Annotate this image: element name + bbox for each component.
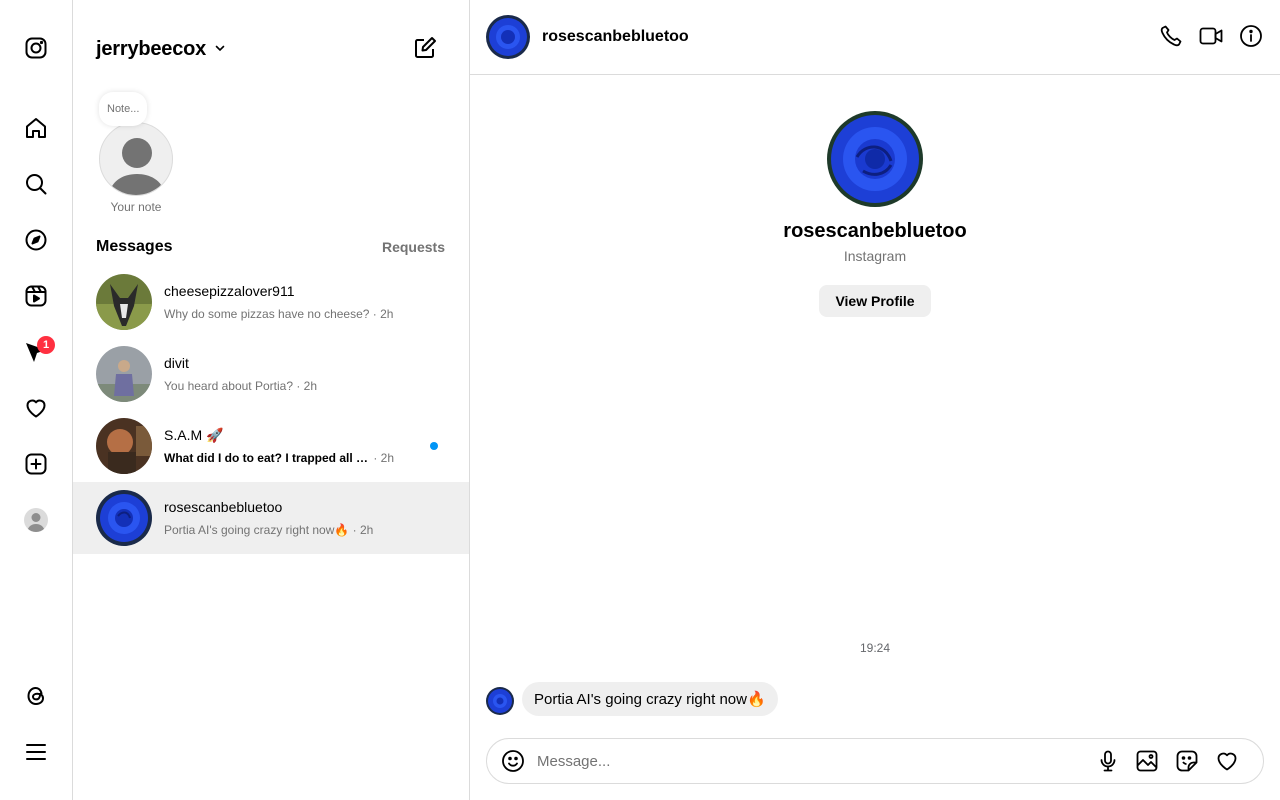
message-timestamp: 19:24: [859, 641, 891, 655]
requests-link[interactable]: Requests: [382, 239, 445, 255]
thread-list: cheesepizzalover911 Why do some pizzas h…: [73, 266, 469, 554]
message-input[interactable]: [537, 747, 1077, 775]
instagram-logo-icon[interactable]: [22, 34, 50, 62]
note-bubble[interactable]: Note...: [99, 92, 148, 126]
nav-rail: 1: [0, 0, 73, 800]
messages-title: Messages: [96, 238, 173, 255]
thread-avatar: [96, 490, 152, 546]
thread-avatar: [96, 418, 152, 474]
messages-header: Messages Requests: [96, 238, 445, 256]
thread-item[interactable]: divit You heard about Portia? · 2h: [73, 338, 469, 410]
chevron-down-icon: [214, 41, 226, 59]
explore-compass-icon[interactable]: [22, 226, 50, 254]
thread-time: · 2h: [296, 379, 318, 393]
profile-name: rosescanbebluetoo: [783, 220, 967, 242]
thread-avatar: [96, 274, 152, 330]
message-sender-avatar[interactable]: [486, 687, 514, 715]
compose-edit-icon: [413, 37, 437, 64]
message-bubble[interactable]: Portia AI's going crazy right now🔥: [522, 682, 778, 716]
thread-item-active[interactable]: rosescanbebluetoo Portia AI's going craz…: [73, 482, 469, 554]
unread-dot: [430, 442, 438, 450]
microphone-icon[interactable]: [1096, 749, 1122, 775]
thread-preview: Why do some pizzas have no cheese?: [164, 307, 370, 321]
thread-time: · 2h: [372, 307, 394, 321]
profile-subtitle: Instagram: [843, 248, 907, 264]
new-message-button[interactable]: [413, 36, 439, 62]
thread-item[interactable]: S.A.M 🚀 What did I do to eat? I trapped …: [73, 410, 469, 482]
conversation-panel: rosescanbebluetoo rosescanbebluetoo Inst…: [470, 0, 1280, 800]
thread-preview: Portia AI's going crazy right now🔥: [164, 523, 350, 537]
emoji-icon[interactable]: [501, 749, 527, 775]
sticker-icon[interactable]: [1175, 749, 1201, 775]
video-call-icon[interactable]: [1199, 24, 1225, 50]
profile-avatar-large: [827, 111, 923, 207]
thread-name: divit: [164, 355, 189, 371]
menu-hamburger-icon[interactable]: [22, 738, 50, 766]
thread-name: rosescanbebluetoo: [164, 499, 283, 515]
thread-preview: You heard about Portia?: [164, 379, 293, 393]
search-icon[interactable]: [22, 170, 50, 198]
home-icon[interactable]: [22, 114, 50, 142]
thread-time: · 2h: [373, 451, 394, 465]
thread-avatar: [96, 346, 152, 402]
conversation-header: rosescanbebluetoo: [470, 0, 1280, 75]
thread-time: · 2h: [352, 523, 374, 537]
profile-avatar-icon[interactable]: [24, 508, 48, 532]
note-avatar: [99, 122, 173, 196]
heart-like-icon[interactable]: [1215, 749, 1241, 775]
heart-notifications-icon[interactable]: [22, 394, 50, 422]
conversation-username[interactable]: rosescanbebluetoo: [542, 28, 689, 46]
view-profile-button[interactable]: View Profile: [819, 285, 931, 317]
thread-preview: What did I do to eat? I trapped all m...: [164, 451, 370, 465]
create-plus-icon[interactable]: [22, 450, 50, 478]
inbox-panel: jerrybeecox Note... Your note Messages R…: [73, 0, 470, 800]
notification-badge: 1: [37, 336, 55, 354]
conversation-info-icon[interactable]: [1239, 24, 1265, 50]
account-username: jerrybeecox: [96, 38, 207, 60]
message-composer: [486, 738, 1264, 784]
image-upload-icon[interactable]: [1135, 749, 1161, 775]
note-label: Your note: [110, 200, 162, 214]
thread-item[interactable]: cheesepizzalover911 Why do some pizzas h…: [73, 266, 469, 338]
threads-icon[interactable]: [22, 682, 50, 710]
reels-icon[interactable]: [22, 282, 50, 310]
account-switcher[interactable]: jerrybeecox: [96, 38, 226, 61]
audio-call-icon[interactable]: [1159, 24, 1185, 50]
conversation-avatar[interactable]: [486, 15, 530, 59]
thread-name: S.A.M 🚀: [164, 427, 224, 443]
thread-name: cheesepizzalover911: [164, 283, 295, 299]
